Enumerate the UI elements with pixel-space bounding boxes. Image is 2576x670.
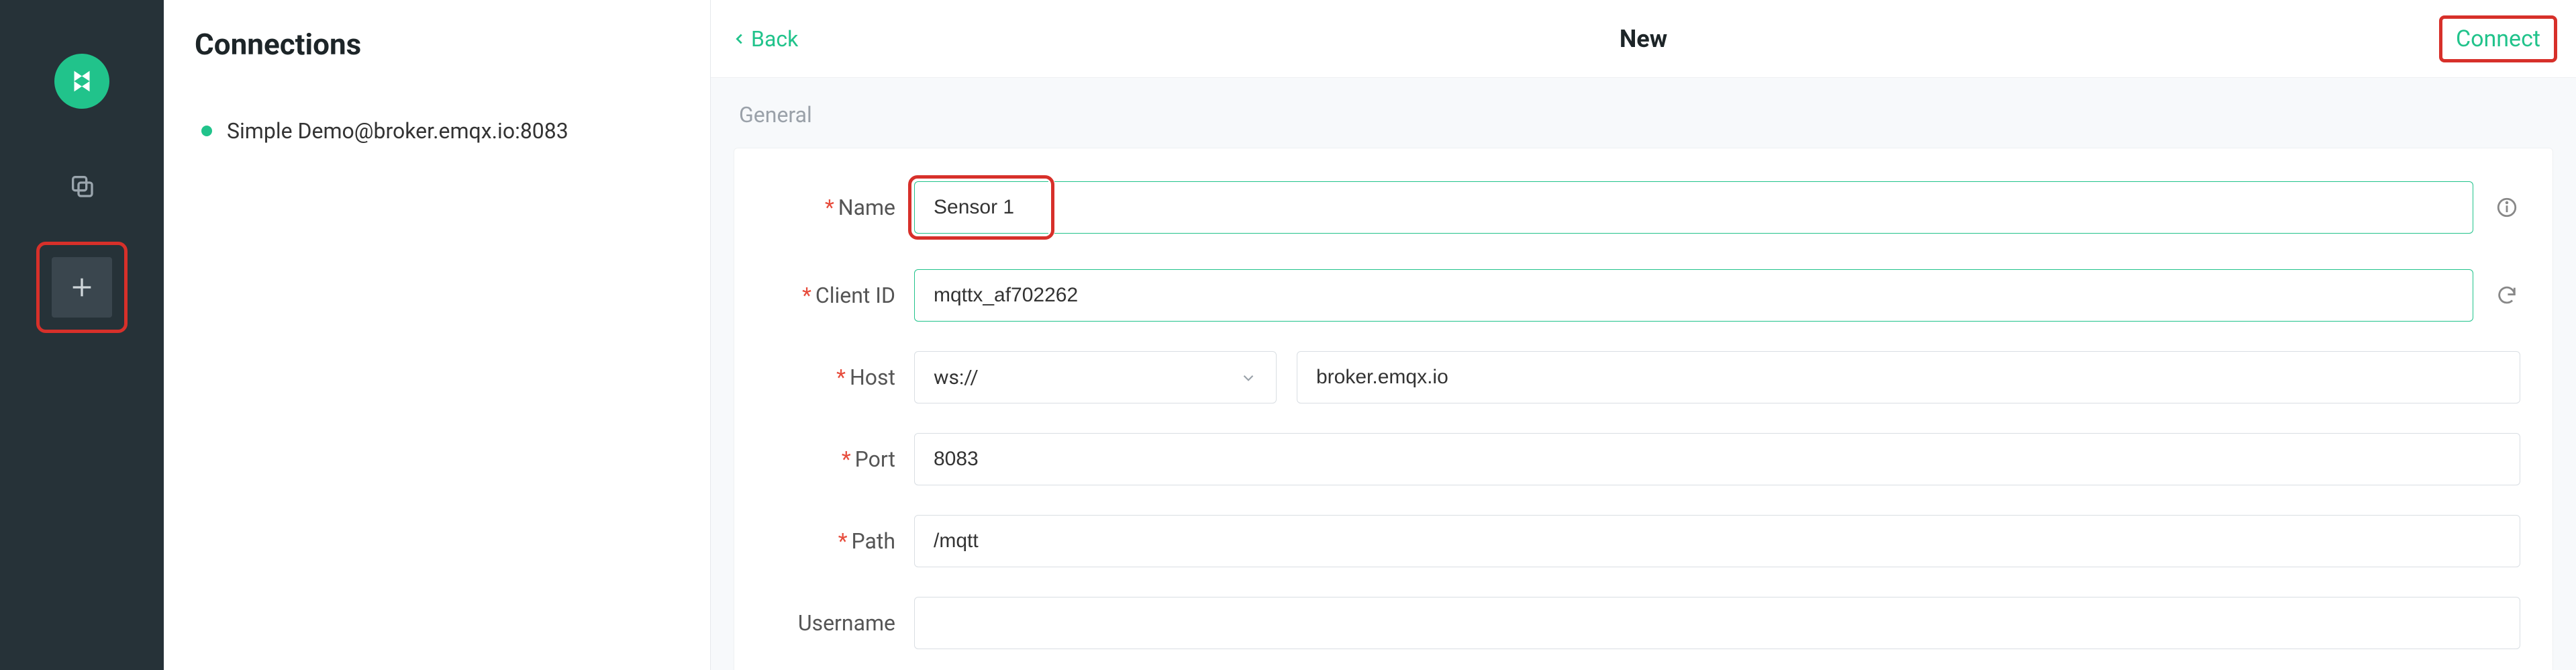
form-body: General *Name (711, 78, 2576, 670)
main-area: Back New Connect General *Name (711, 0, 2576, 670)
nav-rail (0, 0, 164, 670)
row-port: *Port (766, 433, 2520, 485)
connections-panel: Connections Simple Demo@broker.emqx.io:8… (164, 0, 711, 670)
host-scheme-value: ws:// (934, 366, 979, 389)
label-client-id: *Client ID (766, 283, 914, 308)
path-input[interactable] (914, 515, 2520, 567)
port-input[interactable] (914, 433, 2520, 485)
connection-item-label: Simple Demo@broker.emqx.io:8083 (227, 118, 568, 144)
new-connection-button[interactable] (52, 257, 112, 318)
new-connection-highlight (36, 242, 128, 333)
chevron-down-icon (1240, 369, 1257, 386)
label-name: *Name (766, 195, 914, 220)
connections-title: Connections (195, 27, 677, 62)
label-username: Username (766, 610, 914, 636)
row-name: *Name (766, 175, 2520, 240)
topbar: Back New Connect (711, 0, 2576, 78)
form-card: *Name *Client (734, 148, 2553, 670)
collections-icon[interactable] (58, 162, 105, 209)
name-input-highlight (908, 175, 1054, 240)
row-client-id: *Client ID (766, 269, 2520, 322)
back-label: Back (751, 26, 798, 52)
connection-item[interactable]: Simple Demo@broker.emqx.io:8083 (195, 118, 677, 144)
app-logo (54, 54, 109, 109)
username-input[interactable] (914, 597, 2520, 649)
info-icon[interactable] (2493, 194, 2520, 221)
label-path: *Path (766, 528, 914, 554)
page-title: New (1620, 25, 1667, 53)
name-input[interactable] (914, 181, 1048, 234)
chevron-left-icon (732, 32, 747, 46)
row-path: *Path (766, 515, 2520, 567)
label-host: *Host (766, 365, 914, 390)
client-id-input[interactable] (914, 269, 2473, 322)
host-input[interactable] (1297, 351, 2520, 403)
name-input-ext[interactable] (1054, 181, 2473, 234)
back-button[interactable]: Back (732, 26, 798, 52)
row-username: Username (766, 597, 2520, 649)
section-general-label: General (711, 78, 2576, 148)
refresh-icon[interactable] (2493, 282, 2520, 309)
connect-button[interactable]: Connect (2439, 15, 2557, 62)
status-dot-icon (201, 126, 212, 136)
host-scheme-select[interactable]: ws:// (914, 351, 1277, 403)
row-host: *Host ws:// (766, 351, 2520, 403)
label-port: *Port (766, 446, 914, 472)
